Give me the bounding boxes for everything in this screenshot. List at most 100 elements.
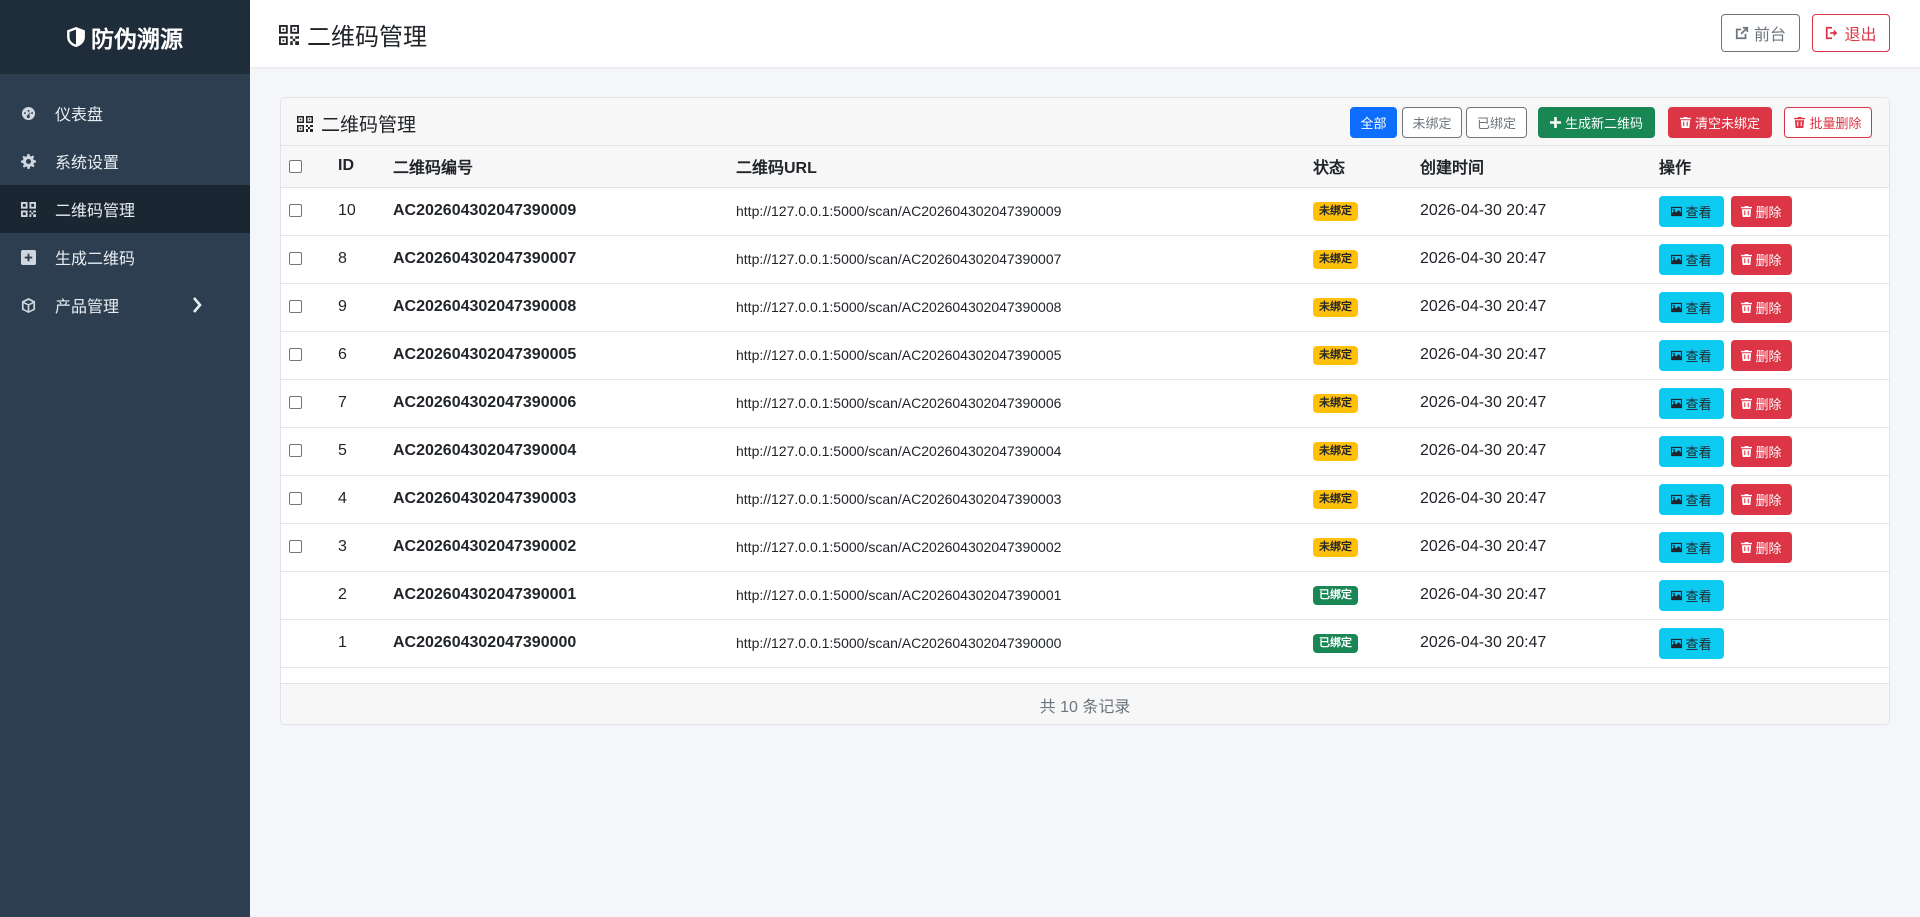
filter-unbound-button[interactable]: 未绑定 — [1402, 107, 1462, 138]
table-row: 4 AC202604302047390003 http://127.0.0.1:50… — [281, 475, 1889, 523]
row-url: http://127.0.0.1:5000/scan/AC20260430204… — [736, 347, 1062, 363]
delete-button[interactable]: 删除 — [1731, 195, 1792, 227]
column-header-actions: 操作 — [1659, 160, 1692, 178]
row-checkbox[interactable] — [289, 444, 302, 458]
view-button[interactable]: 查看 — [1659, 339, 1724, 371]
row-select-cell — [281, 187, 338, 235]
row-checkbox[interactable] — [289, 348, 302, 362]
delete-label: 删除 — [1755, 492, 1782, 508]
delete-button[interactable]: 删除 — [1731, 483, 1792, 515]
row-actions: 查看 删除 — [1659, 379, 1889, 427]
table-row: 2 AC202604302047390001 http://127.0.0.1:50… — [281, 571, 1889, 619]
frontend-label: 前台 — [1753, 27, 1786, 44]
view-button[interactable]: 查看 — [1659, 579, 1724, 611]
frontend-button[interactable]: 前台 — [1721, 14, 1800, 52]
delete-button[interactable]: 删除 — [1731, 387, 1792, 419]
table-row: 7 AC202604302047390006 http://127.0.0.1:50… — [281, 379, 1889, 427]
logout-button[interactable]: 退出 — [1812, 14, 1890, 52]
row-created-time: 2026-04-30 20:47 — [1420, 586, 1547, 603]
batch-delete-button[interactable]: 批量删除 — [1784, 107, 1872, 138]
column-header-created[interactable]: 创建时间 — [1420, 146, 1659, 187]
row-checkbox[interactable] — [289, 492, 302, 506]
view-button[interactable]: 查看 — [1659, 627, 1724, 659]
dashboard-icon — [20, 105, 36, 121]
delete-label: 删除 — [1755, 348, 1782, 364]
trash-icon — [1741, 541, 1753, 553]
row-url: http://127.0.0.1:5000/scan/AC20260430204… — [736, 635, 1062, 651]
view-button[interactable]: 查看 — [1659, 387, 1724, 419]
chevron-right-icon — [193, 297, 202, 313]
sidebar-item-qrcode[interactable]: 二维码管理 — [0, 185, 250, 233]
column-header-id[interactable]: ID — [338, 146, 393, 187]
sidebar-item-products[interactable]: 产品管理 — [0, 281, 250, 329]
row-code: AC202604302047390003 — [393, 490, 577, 507]
card-title: 二维码管理 — [297, 110, 416, 137]
filter-all-button[interactable]: 全部 — [1350, 107, 1397, 138]
row-checkbox[interactable] — [289, 204, 302, 218]
delete-button[interactable]: 删除 — [1731, 291, 1792, 323]
delete-button[interactable]: 删除 — [1731, 435, 1792, 467]
row-select-cell — [281, 571, 338, 619]
qrcode-icon — [297, 115, 313, 132]
sidebar: 防伪溯源 仪表盘 系统设置 二维码管理 生成二维码 产品管理 — [0, 0, 250, 917]
trash-icon — [1741, 205, 1753, 217]
row-id: 10 — [338, 202, 356, 219]
filter-bound-button[interactable]: 已绑定 — [1466, 107, 1527, 138]
row-id: 7 — [338, 394, 347, 411]
select-all-checkbox[interactable] — [289, 159, 302, 173]
delete-button[interactable]: 删除 — [1731, 339, 1792, 371]
clear-unbound-button[interactable]: 清空未绑定 — [1668, 107, 1772, 138]
row-status-cell: 未绑定 — [1313, 379, 1420, 427]
row-checkbox[interactable] — [289, 396, 302, 410]
view-button[interactable]: 查看 — [1659, 483, 1724, 515]
delete-label: 删除 — [1755, 252, 1782, 268]
row-id: 8 — [338, 250, 347, 267]
row-actions: 查看 删除 — [1659, 187, 1889, 235]
qrcode-card: 二维码管理 全部 未绑定 已绑定 生成新二维码 清空未绑定 批量删除 ID 二维… — [280, 97, 1890, 725]
delete-button[interactable]: 删除 — [1731, 243, 1792, 275]
row-checkbox[interactable] — [289, 540, 302, 554]
row-code: AC202604302047390009 — [393, 202, 577, 219]
row-select-cell — [281, 235, 338, 283]
column-header-status[interactable]: 状态 — [1313, 146, 1420, 187]
view-label: 查看 — [1685, 588, 1712, 604]
column-header-url[interactable]: 二维码URL — [736, 146, 1313, 187]
row-id: 1 — [338, 634, 347, 651]
sidebar-item-settings[interactable]: 系统设置 — [0, 137, 250, 185]
view-button[interactable]: 查看 — [1659, 243, 1724, 275]
row-created-time: 2026-04-30 20:47 — [1420, 298, 1547, 315]
row-status-cell: 未绑定 — [1313, 187, 1420, 235]
logout-label: 退出 — [1844, 27, 1877, 44]
trash-icon — [1741, 349, 1753, 361]
status-badge: 未绑定 — [1313, 442, 1358, 461]
row-select-cell — [281, 523, 338, 571]
delete-label: 删除 — [1755, 540, 1782, 556]
delete-button[interactable]: 删除 — [1731, 531, 1792, 563]
view-button[interactable]: 查看 — [1659, 195, 1724, 227]
clear-unbound-label: 清空未绑定 — [1694, 116, 1760, 131]
generate-qrcode-button[interactable]: 生成新二维码 — [1538, 107, 1655, 138]
view-button[interactable]: 查看 — [1659, 291, 1724, 323]
status-badge: 未绑定 — [1313, 394, 1358, 413]
sidebar-item-label: 产品管理 — [55, 299, 120, 316]
table-body: 10 AC202604302047390009 http://127.0.0.1:5… — [281, 187, 1889, 667]
status-badge: 未绑定 — [1313, 346, 1358, 365]
sidebar-item-label: 系统设置 — [55, 155, 120, 172]
column-header-code[interactable]: 二维码编号 — [393, 146, 736, 187]
sidebar-item-dashboard[interactable]: 仪表盘 — [0, 89, 250, 137]
generate-qrcode-label: 生成新二维码 — [1564, 116, 1643, 131]
row-code: AC202604302047390008 — [393, 298, 577, 315]
row-created-time: 2026-04-30 20:47 — [1420, 442, 1547, 459]
qrcode-icon — [279, 24, 299, 45]
table-row: 8 AC202604302047390007 http://127.0.0.1:50… — [281, 235, 1889, 283]
view-button[interactable]: 查看 — [1659, 531, 1724, 563]
row-actions: 查看 — [1659, 619, 1889, 667]
row-checkbox[interactable] — [289, 252, 302, 266]
view-button[interactable]: 查看 — [1659, 435, 1724, 467]
row-actions: 查看 删除 — [1659, 523, 1889, 571]
row-checkbox[interactable] — [289, 300, 302, 314]
row-url: http://127.0.0.1:5000/scan/AC20260430204… — [736, 587, 1062, 603]
sidebar-item-generate[interactable]: 生成二维码 — [0, 233, 250, 281]
row-select-cell — [281, 427, 338, 475]
brand[interactable]: 防伪溯源 — [0, 0, 250, 74]
